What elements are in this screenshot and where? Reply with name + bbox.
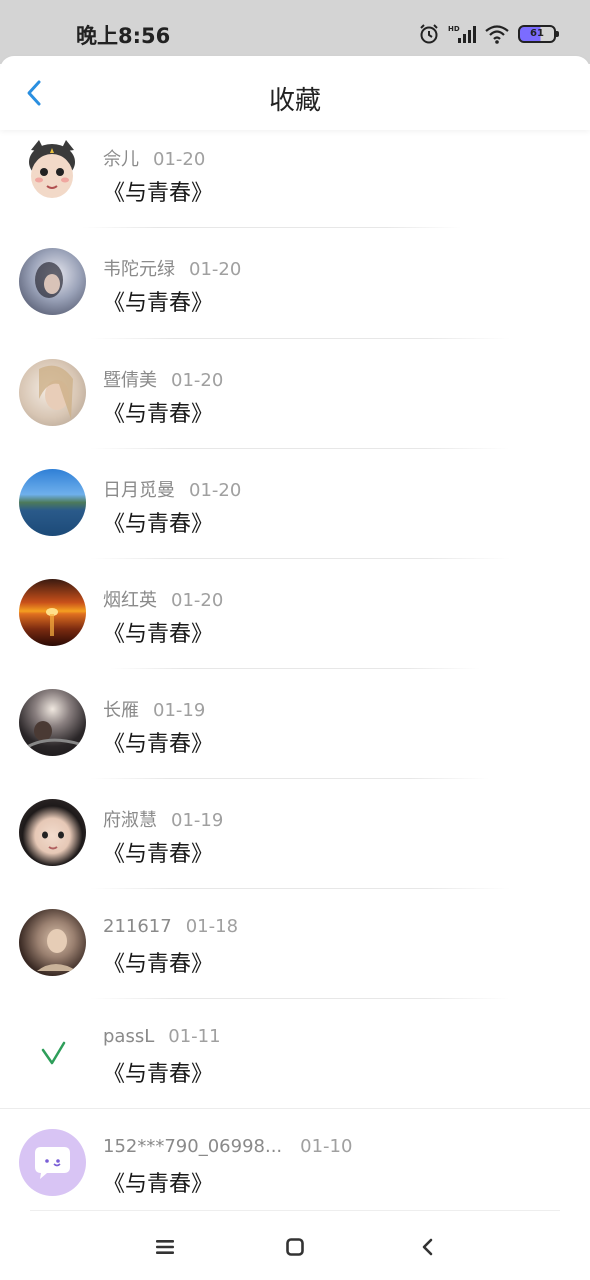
avatar xyxy=(19,909,86,976)
item-date: 01-20 xyxy=(171,370,224,391)
list-item[interactable]: 韦陀元绿 01-20 《与青春》 xyxy=(0,248,590,358)
svg-text:HD: HD xyxy=(448,25,460,33)
item-date: 01-10 xyxy=(300,1136,353,1157)
list-item[interactable]: 152***790_06998... 01-10 《与青春》 xyxy=(0,1129,590,1210)
list-item[interactable]: 长雁 01-19 《与青春》 xyxy=(0,689,590,799)
item-author: 佘儿 xyxy=(103,149,139,170)
item-title[interactable]: 《与青春》 xyxy=(103,616,213,648)
item-author: 府淑慧 xyxy=(103,810,157,831)
divider xyxy=(90,448,510,449)
page-title: 收藏 xyxy=(268,86,321,116)
item-title[interactable]: 《与青春》 xyxy=(103,726,213,758)
avatar xyxy=(19,248,86,315)
avatar xyxy=(19,799,86,866)
photo-avatar-image xyxy=(37,929,77,971)
item-meta: 152***790_06998... 01-10 xyxy=(103,1136,352,1157)
divider xyxy=(82,227,462,228)
status-icons: HD 61 xyxy=(418,21,559,47)
status-time: 晚上8:56 xyxy=(76,24,171,48)
item-author: 152***790_06998... xyxy=(103,1136,283,1157)
divider xyxy=(0,1108,590,1109)
item-meta: passL 01-11 xyxy=(103,1026,221,1047)
item-title[interactable]: 《与青春》 xyxy=(103,285,213,317)
divider xyxy=(90,888,510,889)
item-author: 韦陀元绿 xyxy=(103,259,175,280)
item-meta: 长雁 01-19 xyxy=(103,696,205,722)
list-item[interactable]: 佘儿 01-20 《与青春》 xyxy=(0,130,590,240)
avatar xyxy=(19,689,86,756)
item-date: 01-20 xyxy=(189,480,242,501)
item-meta: 佘儿 01-20 xyxy=(103,145,205,171)
home-square-icon[interactable] xyxy=(280,1232,310,1262)
checkmark-icon xyxy=(41,1041,66,1065)
list-item[interactable]: passL 01-11 《与青春》 xyxy=(0,1019,590,1129)
item-author: 烟红英 xyxy=(103,590,157,611)
item-date: 01-11 xyxy=(168,1026,221,1047)
avatar xyxy=(19,469,86,536)
photo-avatar-image xyxy=(35,262,63,298)
status-bar: 晚上8:56 HD 61 xyxy=(0,0,590,64)
item-author: 211617 xyxy=(103,916,172,937)
item-meta: 烟红英 01-20 xyxy=(103,586,223,612)
hd-signal-icon: HD xyxy=(448,25,476,43)
photo-avatar-image xyxy=(26,721,80,749)
list-item[interactable]: 暨倩美 01-20 《与青春》 xyxy=(0,359,590,469)
item-title[interactable]: 《与青春》 xyxy=(103,1056,213,1088)
avatar xyxy=(19,1129,86,1196)
list-item[interactable]: 211617 01-18 《与青春》 xyxy=(0,909,590,1019)
item-date: 01-20 xyxy=(189,259,242,280)
item-author: 长雁 xyxy=(103,700,139,721)
favorites-list: 佘儿 01-20 《与青春》 韦陀元绿 01-20 《与青春》 暨倩美 01-20 《… xyxy=(0,130,590,1210)
system-nav-bar xyxy=(0,1210,590,1280)
item-date: 01-19 xyxy=(153,700,206,721)
divider xyxy=(90,778,490,779)
item-title[interactable]: 《与青春》 xyxy=(103,506,213,538)
item-meta: 暨倩美 01-20 xyxy=(103,366,223,392)
item-date: 01-19 xyxy=(171,810,224,831)
divider xyxy=(30,1210,560,1211)
item-author: passL xyxy=(103,1026,155,1047)
alarm-icon xyxy=(420,24,438,44)
avatar xyxy=(19,579,86,646)
divider xyxy=(90,558,510,559)
chat-bubble-icon xyxy=(35,1147,70,1179)
item-title[interactable]: 《与青春》 xyxy=(103,175,213,207)
avatar xyxy=(19,359,86,426)
cartoon-avatar-image xyxy=(19,138,86,205)
item-date: 01-20 xyxy=(153,149,206,170)
list-item[interactable]: 烟红英 01-20 《与青春》 xyxy=(0,579,590,689)
menu-icon[interactable] xyxy=(150,1232,180,1262)
sunset-image xyxy=(46,608,58,636)
wifi-icon xyxy=(485,25,509,44)
divider xyxy=(90,998,510,999)
divider xyxy=(90,338,510,339)
avatar xyxy=(19,138,86,205)
item-author: 日月觅曼 xyxy=(103,480,175,501)
list-item[interactable]: 府淑慧 01-19 《与青春》 xyxy=(0,799,590,909)
photo-avatar-image xyxy=(42,831,64,850)
item-date: 01-20 xyxy=(171,590,224,611)
back-chevron-icon[interactable] xyxy=(413,1232,443,1262)
item-title[interactable]: 《与青春》 xyxy=(103,396,213,428)
item-author: 暨倩美 xyxy=(103,370,157,391)
item-meta: 日月觅曼 01-20 xyxy=(103,476,241,502)
item-title[interactable]: 《与青春》 xyxy=(103,1166,213,1198)
item-meta: 韦陀元绿 01-20 xyxy=(103,255,241,281)
item-date: 01-18 xyxy=(185,916,239,937)
item-title[interactable]: 《与青春》 xyxy=(103,946,213,978)
list-item[interactable]: 日月觅曼 01-20 《与青春》 xyxy=(0,469,590,579)
photo-avatar-image xyxy=(39,365,73,419)
item-meta: 211617 01-18 xyxy=(103,916,238,937)
battery-icon: 61 xyxy=(518,25,559,43)
item-title[interactable]: 《与青春》 xyxy=(103,836,213,868)
avatar xyxy=(19,1019,86,1086)
nav-bar: 收藏 xyxy=(0,56,590,130)
divider xyxy=(110,668,480,669)
item-meta: 府淑慧 01-19 xyxy=(103,806,223,832)
